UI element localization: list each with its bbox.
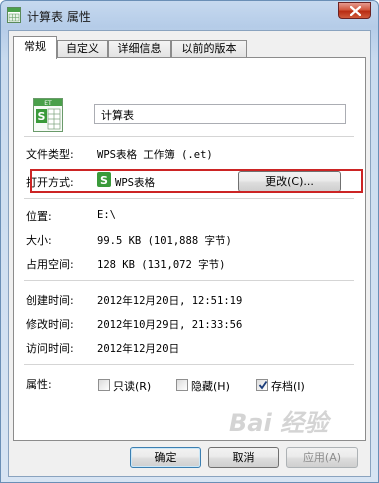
readonly-checkbox[interactable]: [98, 379, 110, 391]
cancel-button[interactable]: 取消: [208, 447, 279, 468]
cancel-button-label: 取消: [232, 451, 255, 464]
tab-label: 自定义: [66, 42, 99, 55]
tab-label: 详细信息: [117, 42, 162, 55]
highlight-box: [30, 169, 363, 193]
dialog-client: 常规 自定义 详细信息 以前的版本 ET S 计算表 文件类型: WPS表格 工…: [8, 30, 371, 477]
svg-text:ET: ET: [44, 100, 52, 107]
modified-label: 修改时间:: [26, 318, 74, 331]
modified-value: 2012年10月29日, 21:33:56: [97, 319, 243, 331]
ok-button-label: 确定: [154, 451, 177, 464]
location-value: E:\: [97, 209, 116, 221]
readonly-label[interactable]: 只读(R): [113, 378, 151, 394]
created-label: 创建时间:: [26, 294, 74, 307]
properties-dialog: 计算表 属性 常规 自定义 详细信息 以前的版本 ET S 计算表 文件类型: …: [0, 0, 379, 483]
location-label: 位置:: [26, 210, 52, 223]
ok-button[interactable]: 确定: [130, 447, 201, 468]
checkmark-icon: [258, 380, 268, 390]
apply-button-label: 应用(A): [302, 451, 342, 464]
title-bar[interactable]: 计算表 属性: [1, 1, 378, 31]
tab-strip: 常规 自定义 详细信息 以前的版本: [13, 36, 368, 59]
created-value: 2012年12月20日, 12:51:19: [97, 295, 243, 307]
close-icon: [350, 6, 361, 16]
window-title: 计算表 属性: [27, 10, 91, 24]
hidden-label[interactable]: 隐藏(H): [191, 378, 230, 394]
apply-button[interactable]: 应用(A): [286, 447, 358, 468]
tab-previous-versions[interactable]: 以前的版本: [171, 40, 247, 57]
tab-details[interactable]: 详细信息: [108, 40, 171, 57]
spreadsheet-file-icon: ET S: [33, 98, 63, 132]
size-label: 大小:: [26, 234, 52, 247]
tab-general[interactable]: 常规: [13, 36, 57, 59]
file-name-value: 计算表: [101, 109, 134, 122]
separator: [24, 364, 354, 365]
attributes-label: 属性:: [26, 378, 52, 391]
size-value: 99.5 KB (101,888 字节): [97, 235, 232, 247]
file-name-input[interactable]: 计算表: [94, 104, 346, 124]
archive-label[interactable]: 存档(I): [271, 378, 305, 394]
separator: [24, 198, 354, 199]
disk-size-value: 128 KB (131,072 字节): [97, 259, 226, 271]
disk-size-label: 占用空间:: [26, 258, 74, 271]
tab-label: 以前的版本: [181, 42, 237, 55]
separator: [24, 280, 354, 281]
file-type-value: WPS表格 工作簿 (.et): [97, 149, 213, 161]
archive-checkbox[interactable]: [256, 379, 268, 391]
hidden-checkbox[interactable]: [176, 379, 188, 391]
close-button[interactable]: [338, 2, 371, 19]
accessed-value: 2012年12月20日: [97, 343, 180, 355]
svg-text:S: S: [38, 110, 46, 123]
spreadsheet-file-icon: [7, 7, 21, 23]
tab-label: 常规: [24, 40, 46, 53]
tab-custom[interactable]: 自定义: [57, 40, 108, 57]
separator: [24, 136, 354, 137]
file-type-label: 文件类型:: [26, 148, 74, 161]
general-panel: ET S 计算表 文件类型: WPS表格 工作簿 (.et) 打开方式: S W…: [13, 57, 366, 441]
accessed-label: 访问时间:: [26, 342, 74, 355]
